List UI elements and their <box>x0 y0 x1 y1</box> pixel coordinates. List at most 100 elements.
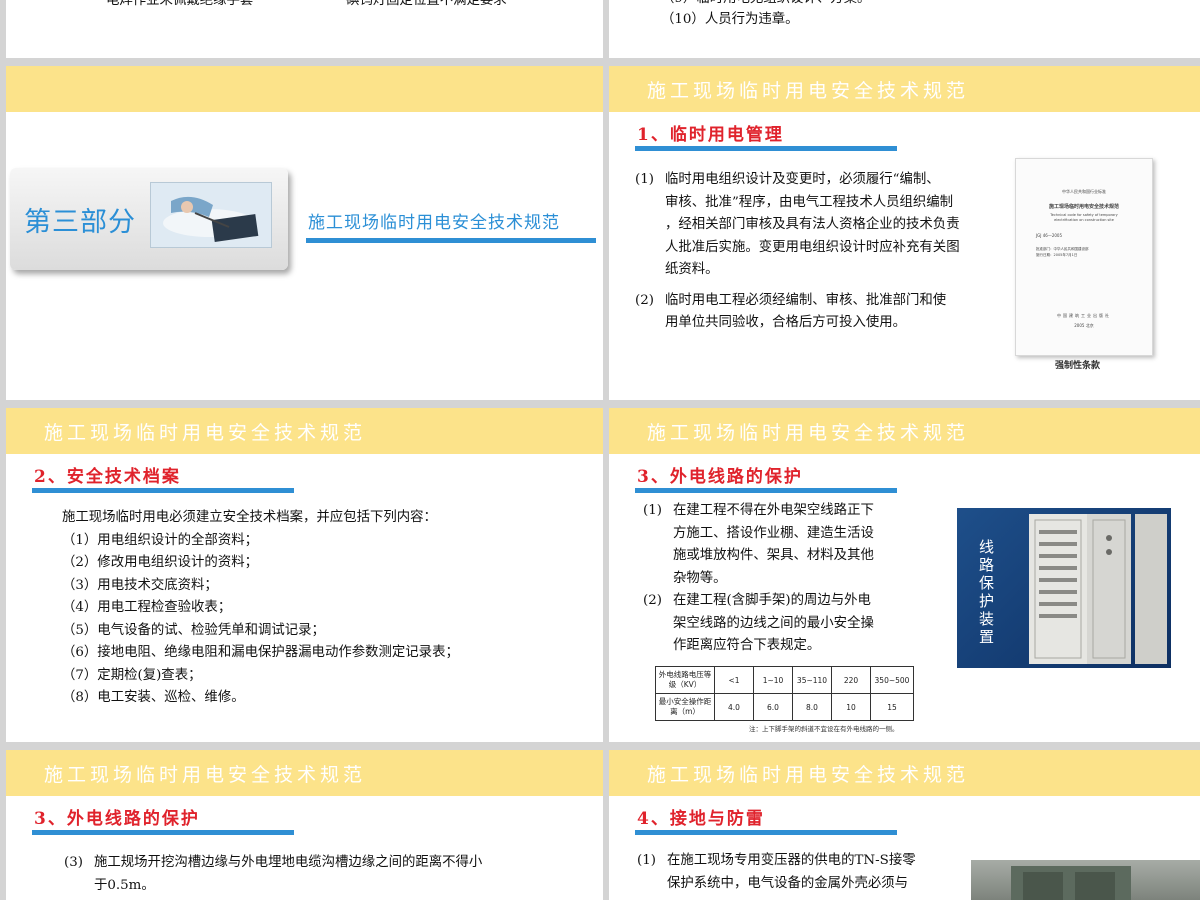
list-item: （3）用电技术交底资料； <box>62 577 218 593</box>
slide-header-title: 施工现场临时用电安全技术规范 <box>647 422 970 444</box>
slide-text: 碘钨灯固定位置不满足要求 <box>346 0 507 8</box>
slide-1: 施工现场临时用电安全技术规范 1、临时用电管理 (1) 临时用电组织设计及变更时… <box>609 66 1200 400</box>
table-cell: 4.0 <box>714 693 754 721</box>
equipment-photo <box>971 860 1200 900</box>
list-item: （8）电工安装、巡检、维修。 <box>62 690 245 705</box>
slide-top-right: （9）临时用电无组织设计、方案。 （10）人员行为违章。 <box>609 0 1200 58</box>
doc-header: 中华人民共和国行业标准 <box>1062 189 1106 194</box>
item-line: 施工规场开挖沟槽边缘与外电埋地电缆沟槽边缘之间的距离不得小 <box>94 855 483 870</box>
header-band <box>6 66 603 112</box>
list-item: （6）接地电阻、绝缘电阻和漏电保护器漏电动作参数测定记录表； <box>62 645 459 660</box>
list-item: （5）电气设备的试、检验凭单和调试记录； <box>62 622 325 638</box>
section-title: 3、外电线路的保护 <box>637 467 803 487</box>
body-list: (1) 临时用电组织设计及变更时，必须履行“编制、 审核、批准”程序，由电气工程… <box>635 169 1005 335</box>
slide-header-title: 施工现场临时用电安全技术规范 <box>647 764 970 786</box>
table-cell: 10 <box>831 693 871 721</box>
item-line: 在建工程(含脚手架)的周边与外电 <box>673 593 871 608</box>
list-item: (1) 临时用电组织设计及变更时，必须履行“编制、 审核、批准”程序，由电气工程… <box>635 169 1005 282</box>
section-title: 3、外电线路的保护 <box>34 809 200 829</box>
list-item: (3) 施工规场开挖沟槽边缘与外电埋地电缆沟槽边缘之间的距离不得小 于0.5m。 <box>64 852 584 897</box>
section-title: 2、安全技术档案 <box>34 467 181 487</box>
section-underline <box>635 488 897 493</box>
table-cell: 1~10 <box>753 666 793 694</box>
list-item: (2) 临时用电工程必须经编制、审核、批准部门和使 用单位共同验收，合格后方可投… <box>635 290 1005 335</box>
doc-year: 2005 北京 <box>1074 323 1094 328</box>
doc-english: Technical code for safety of temporary e… <box>1050 213 1118 222</box>
slide-top-left: 电焊作业未佩戴绝缘手套 碘钨灯固定位置不满足要求 <box>6 0 603 58</box>
intro-text: 施工现场临时用电必须建立安全技术档案，并应包括下列内容： <box>62 510 437 525</box>
table-cell: 8.0 <box>792 693 832 721</box>
section-title: 4、接地与防雷 <box>637 809 765 829</box>
item-line: 在建工程不得在外电架空线路正下 <box>673 503 874 518</box>
table-cell: 6.0 <box>753 693 793 721</box>
body-list: (3) 施工规场开挖沟槽边缘与外电埋地电缆沟槽边缘之间的距离不得小 于0.5m。 <box>64 852 584 897</box>
slide-header-title: 施工现场临时用电安全技术规范 <box>44 764 367 786</box>
part-label: 第三部分 <box>24 207 136 238</box>
item-line: 审核、批准”程序，由电气工程技术人员组织编制 <box>665 194 954 210</box>
section-title: 1、临时用电管理 <box>637 125 784 145</box>
item-line: 方施工、搭设作业棚、建造生活设 <box>673 525 874 541</box>
slide-5: 施工现场临时用电安全技术规范 4、接地与防雷 (1) 在施工现场专用变压器的供电… <box>609 750 1200 900</box>
office-photo <box>150 182 272 248</box>
photo-label: 线路保护装置 <box>979 538 995 646</box>
item-line: 保护系统中，电气设备的金属外壳必须与 <box>667 875 909 891</box>
list-item: （7）定期检(复)查表； <box>62 667 202 683</box>
doc-approve: 批准部门：中华人民共和国建设部 <box>1036 247 1089 251</box>
doc-date: 施行日期：2005年7月1日 <box>1036 253 1078 257</box>
item-line: 施或堆放构件、架具、材料及其他 <box>673 548 874 563</box>
table-header: 外电线路电压等 <box>658 670 712 679</box>
slide-section-divider: 第三部分 施工现场临时用电安全技术规范 <box>6 66 603 400</box>
slide-text: 电焊作业未佩戴绝缘手套 <box>106 0 254 8</box>
doc-title: 施工现场临时用电安全技术规范 <box>1048 204 1119 210</box>
slide-4: 施工现场临时用电安全技术规范 3、外电线路的保护 (3) 施工规场开挖沟槽边缘与… <box>6 750 603 900</box>
item-number: (1) <box>643 503 662 518</box>
item-line: 人批准后实施。变更用电组织设计时应补充有关图 <box>665 239 960 255</box>
slide-header-title: 施工现场临时用电安全技术规范 <box>44 422 367 444</box>
table-cell: 350~500 <box>870 666 914 694</box>
body-list: (1) 在施工现场专用变压器的供电的TN-S接零 保护系统中，电气设备的金属外壳… <box>637 850 967 895</box>
section-underline <box>32 830 294 835</box>
doc-code: JGJ 46—2005 <box>1036 233 1062 238</box>
item-number: (1) <box>637 853 656 868</box>
item-line: 临时用电工程必须经编制、审核、批准部门和使 <box>665 292 947 308</box>
slide-header-title: 施工现场临时用电安全技术规范 <box>647 80 970 102</box>
item-line: 于0.5m。 <box>94 877 155 893</box>
table-header: 最小安全操作距 <box>658 697 712 706</box>
cabinet-photo: 线路保护装置 <box>957 508 1171 668</box>
item-number: (2) <box>643 593 662 608</box>
slide-2: 施工现场临时用电安全技术规范 2、安全技术档案 施工现场临时用电必须建立安全技术… <box>6 408 603 742</box>
doc-publisher: 中国建筑工业出版社 <box>1057 313 1111 318</box>
section-underline <box>635 146 897 151</box>
list-item: （2）修改用电组织设计的资料； <box>62 555 258 570</box>
divider-underline <box>306 238 596 243</box>
item-line: 纸资料。 <box>665 262 719 277</box>
item-number: (1) <box>635 172 654 187</box>
table-header: 级（KV） <box>668 680 702 689</box>
section-underline <box>635 830 897 835</box>
list-item: （1）用电组织设计的全部资料； <box>62 532 258 548</box>
table-cell: 35~110 <box>792 666 832 694</box>
item-number: (3) <box>64 855 83 870</box>
list-item: (2) 在建工程(含脚手架)的周边与外电 架空线路的边线之间的最小安全操 作距离… <box>643 590 943 658</box>
standard-document: 中华人民共和国行业标准 施工现场临时用电安全技术规范 Technical cod… <box>1015 158 1153 356</box>
item-line: 架空线路的边线之间的最小安全操 <box>673 615 874 631</box>
slide-3: 施工现场临时用电安全技术规范 3、外电线路的保护 (1) 在建工程不得在外电架空… <box>609 408 1200 742</box>
list-item: （4）用电工程检查验收表； <box>62 600 232 615</box>
distance-table: 外电线路电压等 级（KV） <1 1~10 35~110 220 350~500… <box>655 666 914 721</box>
divider-title: 施工现场临时用电安全技术规范 <box>308 213 560 233</box>
doc-caption: 强制性条款 <box>1055 361 1101 371</box>
body-list: (1) 在建工程不得在外电架空线路正下 方施工、搭设作业棚、建造生活设 施或堆放… <box>643 500 943 658</box>
item-line: 用单位共同验收，合格后方可投入使用。 <box>665 315 907 330</box>
list-item: (1) 在建工程不得在外电架空线路正下 方施工、搭设作业棚、建造生活设 施或堆放… <box>643 500 943 590</box>
body-list: 施工现场临时用电必须建立安全技术档案，并应包括下列内容： （1）用电组织设计的全… <box>62 507 459 710</box>
table-note: 注：上下脚手架的斜道不宜设在有外电线路的一侧。 <box>749 725 899 733</box>
table-cell: 220 <box>831 666 871 694</box>
item-line: ，经相关部门审核及具有法人资格企业的技术负责 <box>665 217 960 232</box>
part-box: 第三部分 <box>10 168 288 270</box>
item-number: (2) <box>635 292 654 308</box>
table-header: 离（m） <box>670 707 700 716</box>
list-item: (1) 在施工现场专用变压器的供电的TN-S接零 保护系统中，电气设备的金属外壳… <box>637 850 967 895</box>
item-line: 在施工现场专用变压器的供电的TN-S接零 <box>667 853 916 868</box>
table-cell: 15 <box>870 693 914 721</box>
item-line: 作距离应符合下表规定。 <box>673 638 821 653</box>
